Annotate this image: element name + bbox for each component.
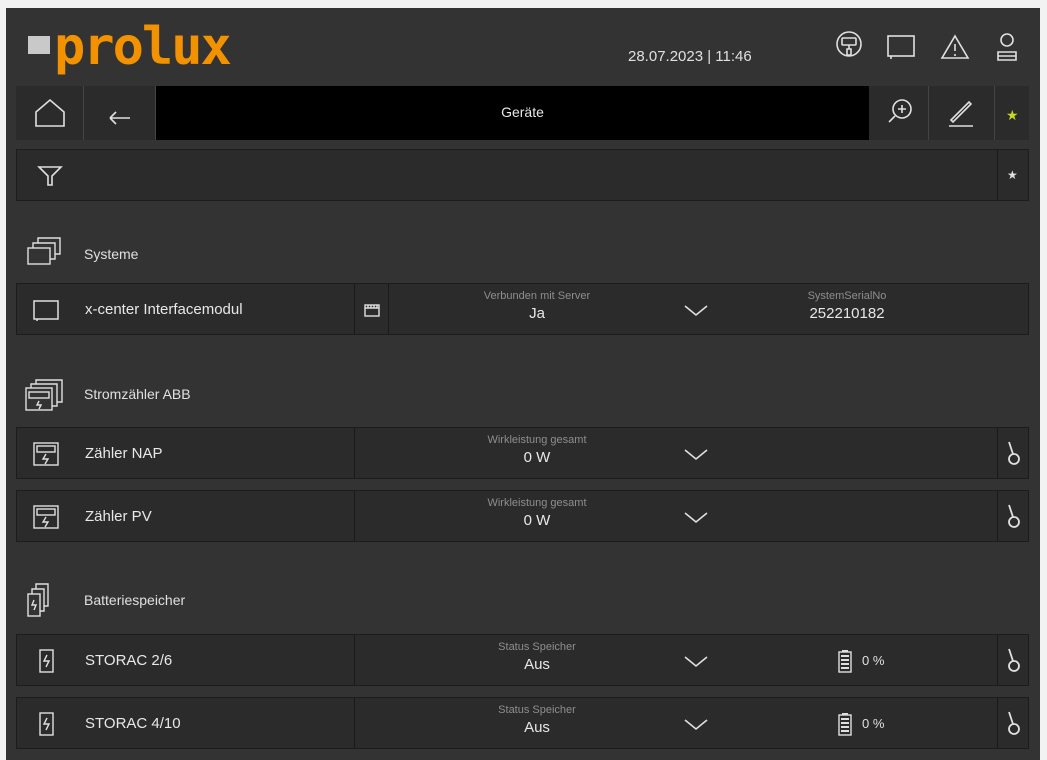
arrow-left-icon bbox=[109, 111, 130, 125]
star-icon: ★ bbox=[1006, 107, 1019, 123]
section-systeme: Systeme bbox=[24, 234, 138, 274]
section-title: Stromzähler ABB bbox=[84, 386, 191, 402]
device-name: Zähler NAP bbox=[85, 445, 163, 462]
home-button[interactable] bbox=[16, 86, 84, 140]
device-name: STORAC 2/6 bbox=[85, 652, 173, 669]
chevron-down-icon[interactable] bbox=[681, 651, 711, 671]
field-caption: Wirkleistung gesamt bbox=[487, 497, 587, 509]
field-wirkleistung: Wirkleistung gesamt 0 W bbox=[437, 497, 637, 532]
section-stromzaehler: Stromzähler ABB bbox=[24, 374, 191, 414]
device-name: Zähler PV bbox=[85, 508, 152, 525]
device-row-storac-2-6[interactable]: STORAC 2/6 Status Speicher Aus 0 % bbox=[16, 634, 1029, 686]
field-caption: SystemSerialNo bbox=[807, 290, 887, 302]
settings-button[interactable] bbox=[997, 491, 1028, 541]
settings-button[interactable] bbox=[997, 698, 1028, 748]
wrench-icon bbox=[1008, 648, 1020, 672]
meters-icon bbox=[25, 379, 63, 411]
battery-value: 0 % bbox=[862, 716, 885, 731]
field-caption: Verbunden mit Server bbox=[483, 290, 591, 302]
settings-button[interactable] bbox=[997, 635, 1028, 685]
zoom-button[interactable] bbox=[869, 86, 929, 140]
field-caption: Status Speicher bbox=[498, 641, 576, 653]
back-button[interactable] bbox=[84, 86, 156, 140]
battery-level-icon bbox=[838, 650, 852, 673]
edit-button[interactable] bbox=[929, 86, 995, 140]
module-icon[interactable] bbox=[363, 302, 381, 318]
toolbar: Geräte ★ bbox=[16, 86, 1029, 140]
battery-value: 0 % bbox=[862, 653, 885, 668]
warning-icon[interactable] bbox=[940, 30, 970, 64]
field-status-speicher: Status Speicher Aus bbox=[437, 704, 637, 739]
field-status-speicher: Status Speicher Aus bbox=[437, 641, 637, 676]
systems-icon bbox=[27, 237, 61, 265]
divider bbox=[354, 491, 355, 541]
meter-icon bbox=[33, 442, 59, 466]
chevron-down-icon[interactable] bbox=[681, 444, 711, 464]
meter-icon bbox=[33, 505, 59, 529]
filter-icon[interactable] bbox=[37, 164, 63, 188]
device-row-zaehler-pv[interactable]: Zähler PV Wirkleistung gesamt 0 W bbox=[16, 490, 1029, 542]
chevron-down-icon[interactable] bbox=[681, 714, 711, 734]
monitor-icon[interactable] bbox=[886, 30, 916, 64]
battery-storage-icon bbox=[39, 712, 54, 736]
section-title: Batteriespeicher bbox=[84, 592, 186, 608]
section-batteriespeicher: Batteriespeicher bbox=[24, 580, 185, 620]
chevron-down-icon[interactable] bbox=[681, 300, 711, 320]
paint-roller-icon[interactable] bbox=[834, 30, 864, 64]
filter-bar[interactable]: ★ bbox=[16, 149, 1029, 201]
user-icon[interactable] bbox=[992, 30, 1022, 64]
field-value: 0 W bbox=[523, 449, 551, 466]
filter-favorite-button[interactable]: ★ bbox=[997, 150, 1028, 200]
wrench-icon bbox=[1008, 504, 1020, 528]
battery-storage-icon bbox=[39, 649, 54, 673]
divider bbox=[354, 635, 355, 685]
divider bbox=[354, 428, 355, 478]
settings-button[interactable] bbox=[997, 428, 1028, 478]
field-caption: Wirkleistung gesamt bbox=[487, 434, 587, 446]
datetime-display: 28.07.2023 | 11:46 bbox=[628, 48, 752, 65]
divider bbox=[388, 284, 389, 334]
divider bbox=[354, 698, 355, 748]
divider bbox=[354, 284, 355, 334]
device-row-storac-4-10[interactable]: STORAC 4/10 Status Speicher Aus 0 % bbox=[16, 697, 1029, 749]
section-title: Systeme bbox=[84, 246, 139, 262]
monitor-icon bbox=[33, 300, 59, 321]
prolux-logo: prolux bbox=[20, 17, 290, 78]
chevron-down-icon[interactable] bbox=[681, 507, 711, 527]
device-row-xcenter[interactable]: x-center Interfacemodul Verbunden mit Se… bbox=[16, 283, 1029, 335]
star-icon: ★ bbox=[1007, 168, 1018, 182]
field-value: Aus bbox=[524, 719, 550, 736]
field-value: Ja bbox=[529, 305, 545, 322]
field-value: Aus bbox=[524, 656, 550, 673]
app-window: prolux 28.07.2023 | 11:46 Geräte ★ ★ Sys… bbox=[6, 8, 1040, 760]
field-value: 252210182 bbox=[809, 305, 885, 322]
favorite-button[interactable]: ★ bbox=[995, 86, 1029, 140]
device-row-zaehler-nap[interactable]: Zähler NAP Wirkleistung gesamt 0 W bbox=[16, 427, 1029, 479]
wrench-icon bbox=[1008, 441, 1020, 465]
field-serial-no: SystemSerialNo 252210182 bbox=[767, 290, 927, 325]
wrench-icon bbox=[1008, 711, 1020, 735]
home-icon bbox=[35, 98, 65, 127]
device-name: x-center Interfacemodul bbox=[85, 301, 243, 318]
field-value: 0 W bbox=[523, 512, 551, 529]
battery-level-icon bbox=[838, 713, 852, 736]
field-wirkleistung: Wirkleistung gesamt 0 W bbox=[437, 434, 637, 469]
svg-text:prolux: prolux bbox=[54, 18, 231, 77]
field-caption: Status Speicher bbox=[498, 704, 576, 716]
batteries-icon bbox=[27, 583, 49, 617]
device-name: STORAC 4/10 bbox=[85, 715, 181, 732]
zoom-in-icon bbox=[888, 99, 912, 123]
field-connected-server: Verbunden mit Server Ja bbox=[437, 290, 637, 325]
pencil-icon bbox=[949, 100, 973, 127]
